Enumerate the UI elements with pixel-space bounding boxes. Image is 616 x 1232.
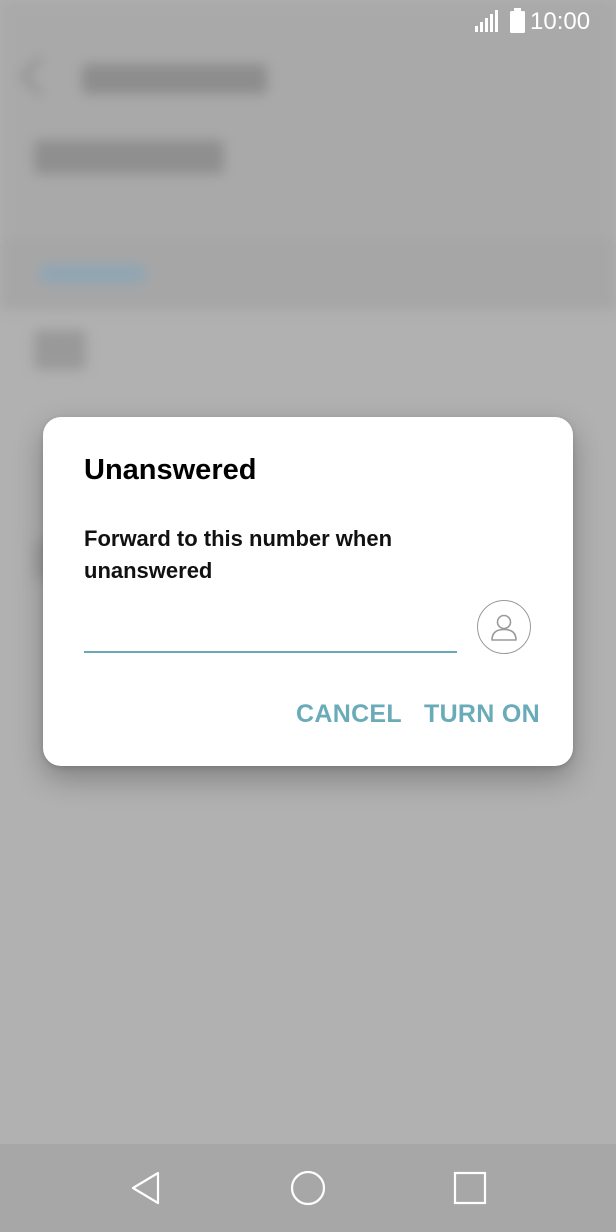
- cancel-button[interactable]: CANCEL: [296, 696, 402, 732]
- turn-on-button[interactable]: TURN ON: [424, 696, 540, 732]
- back-button[interactable]: [126, 1168, 166, 1208]
- background-title-placeholder: [82, 64, 267, 94]
- status-time: 10:00: [530, 8, 591, 35]
- signal-icon: [475, 10, 498, 32]
- screen: 10:00 Unanswered Forward to this number …: [0, 0, 616, 1232]
- home-circle-icon: [290, 1170, 326, 1206]
- status-bar: 10:00: [0, 0, 616, 44]
- recents-button[interactable]: [450, 1168, 490, 1208]
- call-forwarding-dialog: Unanswered Forward to this number when u…: [43, 417, 573, 766]
- battery-icon: [510, 8, 525, 33]
- background-tab-label-placeholder: [40, 265, 145, 283]
- contact-person-icon: [491, 614, 517, 641]
- contact-picker-button[interactable]: [477, 600, 531, 654]
- background-list-item-placeholder: [34, 330, 86, 370]
- forward-number-input[interactable]: [84, 603, 457, 653]
- navigation-bar: [0, 1144, 616, 1232]
- dialog-message: Forward to this number when unanswered: [84, 526, 393, 583]
- back-triangle-icon: [131, 1171, 160, 1205]
- home-button[interactable]: [288, 1168, 328, 1208]
- background-subtitle-placeholder: [34, 140, 224, 174]
- dialog-title: Unanswered: [84, 454, 257, 486]
- dialog-actions: CANCEL TURN ON: [43, 696, 573, 732]
- recents-square-icon: [453, 1171, 487, 1205]
